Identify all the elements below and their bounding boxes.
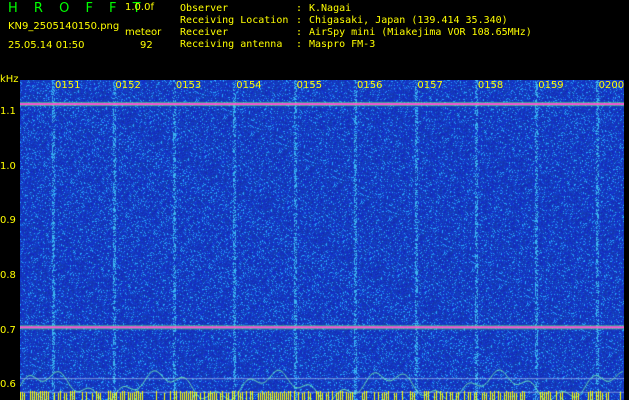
info-separator: : bbox=[296, 27, 303, 38]
location-label: Receiving Location bbox=[180, 15, 289, 26]
y-tick-label: 0.7 bbox=[0, 324, 16, 336]
meteor-count: 92 bbox=[140, 40, 153, 51]
antenna-value: Maspro FM-3 bbox=[309, 39, 376, 50]
x-tick-label: 0158 bbox=[477, 80, 504, 91]
x-tick-label: 0155 bbox=[296, 80, 323, 91]
y-tick-label: 0.6 bbox=[0, 379, 16, 391]
x-tick-label: 0200 bbox=[598, 80, 625, 91]
observer-value: K.Nagai bbox=[309, 3, 352, 14]
x-tick-label: 0152 bbox=[115, 80, 141, 91]
meteor-label: meteor bbox=[125, 27, 162, 38]
y-tick-label: 0.9 bbox=[0, 215, 16, 227]
info-separator: : bbox=[296, 39, 303, 50]
location-value: Chigasaki, Japan (139.414 35.340) bbox=[309, 15, 508, 26]
y-tick-label: 1.0 bbox=[0, 160, 16, 172]
x-tick-label: 0156 bbox=[357, 80, 383, 91]
observer-label: Observer bbox=[180, 3, 229, 14]
info-separator: : bbox=[296, 15, 303, 26]
version-label: 1.0.0f bbox=[125, 2, 154, 13]
receiver-label: Receiver bbox=[180, 27, 229, 38]
y-tick-label: 1.1 bbox=[0, 105, 16, 117]
y-tick-label: 0.8 bbox=[0, 269, 16, 281]
timestamp-label: 25.05.14 01:50 bbox=[8, 40, 85, 51]
x-tick-label: 0153 bbox=[175, 80, 202, 91]
receiver-value: AirSpy mini (Miakejima VOR 108.65MHz) bbox=[309, 27, 532, 38]
info-separator: : bbox=[296, 3, 303, 14]
antenna-label: Receiving antenna bbox=[180, 39, 283, 50]
x-tick-label: 0154 bbox=[236, 80, 262, 91]
x-tick-label: 0157 bbox=[417, 80, 443, 91]
x-tick-label: 0151 bbox=[55, 80, 81, 91]
x-tick-label: 0159 bbox=[538, 80, 564, 91]
y-axis-unit: kHz bbox=[0, 74, 19, 85]
spectrogram bbox=[20, 80, 624, 400]
filename-label: KN9_2505140150.png bbox=[8, 21, 120, 32]
